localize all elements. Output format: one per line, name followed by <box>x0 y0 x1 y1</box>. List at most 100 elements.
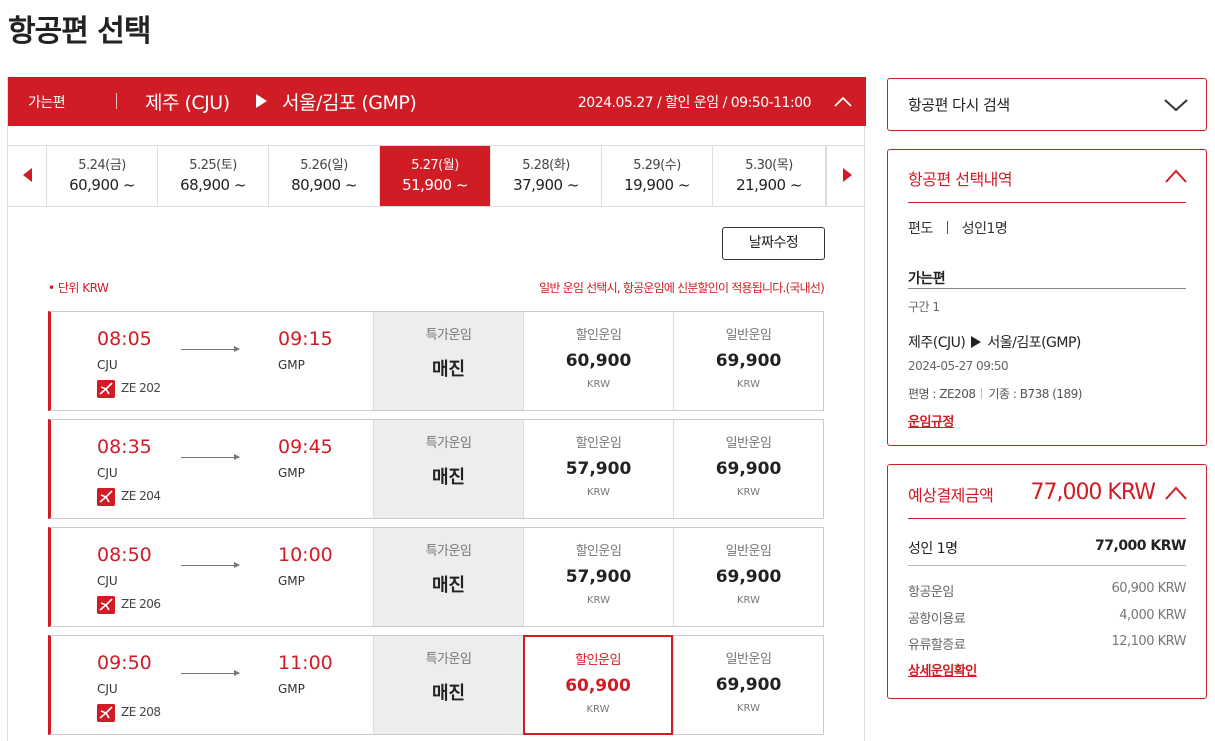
route-to: 서울/김포(GMP) <box>987 335 1081 351</box>
segment-label: 구간 1 <box>908 300 940 314</box>
flight-row: 09:50 CJU 11:00 GMP ZE 208 특가운임 매진 할인운임 60… <box>48 635 824 735</box>
date-label: 5.26(일) <box>300 158 348 173</box>
fare-currency: KRW <box>586 704 610 715</box>
fare-discount-selected[interactable]: 할인운임 60,900 KRW <box>523 635 673 735</box>
fare-currency: KRW <box>737 487 760 498</box>
fare-discount[interactable]: 할인운임 60,900 KRW <box>523 312 673 410</box>
departure-time: 09:50 <box>97 652 152 674</box>
chevron-up-icon[interactable] <box>834 93 852 111</box>
date-label: 5.28(화) <box>522 158 570 173</box>
fare-rules-link[interactable]: 운임규정 <box>908 411 954 430</box>
passenger-label: 성인 1명 <box>908 541 958 557</box>
fare-special: 특가운임 매진 <box>373 636 523 734</box>
caret-left-icon <box>23 168 32 182</box>
fare-item-label: 공항이용료 <box>908 612 966 627</box>
arrival-code: GMP <box>278 574 305 588</box>
trip-summary: 편도 성인1명 <box>908 218 1008 238</box>
date-tab[interactable]: 5.26(일) 80,900 ~ <box>269 146 380 206</box>
fare-normal[interactable]: 일반운임 69,900 KRW <box>673 528 823 626</box>
date-label: 5.27(월) <box>411 158 459 173</box>
fare-label: 일반운임 <box>725 652 772 667</box>
fare-special: 특가운임 매진 <box>373 312 523 410</box>
fare-amount: 69,900 <box>715 567 782 587</box>
fare-normal[interactable]: 일반운임 69,900 KRW <box>673 636 823 734</box>
research-flights-button[interactable]: 항공편 다시 검색 <box>887 78 1207 131</box>
date-tab[interactable]: 5.30(목) 21,900 ~ <box>713 146 826 206</box>
edit-date-button[interactable]: 날짜수정 <box>722 227 825 260</box>
date-tab[interactable]: 5.25(토) 68,900 ~ <box>158 146 269 206</box>
departure-code: CJU <box>97 466 118 480</box>
departure-time: 08:05 <box>97 328 152 350</box>
fare-currency: KRW <box>737 703 760 714</box>
airline-logo-icon <box>97 380 115 398</box>
departure-time: 08:35 <box>97 436 152 458</box>
date-tab[interactable]: 5.24(금) 60,900 ~ <box>47 146 158 206</box>
airline-logo-icon <box>97 704 115 722</box>
departure-code: CJU <box>97 358 118 372</box>
fare-item-label: 유류할증료 <box>908 638 966 653</box>
fare-label: 특가운임 <box>425 436 472 451</box>
passenger-total: 77,000 KRW <box>1095 538 1186 554</box>
prev-date-button[interactable] <box>8 146 47 206</box>
fare-label: 특가운임 <box>425 544 472 559</box>
fare-amount: 57,900 <box>565 459 632 479</box>
departure-code: CJU <box>97 682 118 696</box>
date-price: 80,900 ~ <box>291 176 357 194</box>
fare-label: 특가운임 <box>425 328 472 343</box>
date-price: 37,900 ~ <box>513 176 579 194</box>
fare-item-value: 4,000 KRW <box>1119 608 1186 623</box>
flight-row: 08:05 CJU 09:15 GMP ZE 202 특가운임 매진 할인운임 60… <box>48 311 824 411</box>
fare-amount: 69,900 <box>715 459 782 479</box>
flight-list-panel: 가는편 제주 (CJU) 서울/김포 (GMP) 2024.05.27 / 할인… <box>7 77 866 741</box>
date-selector: 5.24(금) 60,900 ~ 5.25(토) 68,900 ~ 5.26(일) 8… <box>8 145 866 207</box>
divider <box>981 388 983 399</box>
route-from: 제주(CJU) <box>908 335 966 351</box>
fare-normal[interactable]: 일반운임 69,900 KRW <box>673 420 823 518</box>
arrow-right-icon <box>181 346 240 352</box>
date-price: 60,900 ~ <box>69 176 135 194</box>
date-tab-selected[interactable]: 5.27(월) 51,900 ~ <box>380 146 491 206</box>
fare-discount[interactable]: 할인운임 57,900 KRW <box>523 528 673 626</box>
selection-summary: 항공편 선택내역 편도 성인1명 가는편 구간 1 제주(CJU) 서울/김포(GM… <box>887 149 1207 446</box>
flight-number: ZE 206 <box>121 597 161 611</box>
arrow-right-icon <box>181 454 240 460</box>
fare-label: 특가운임 <box>425 652 472 667</box>
next-date-button[interactable] <box>826 146 865 206</box>
date-label: 5.24(금) <box>78 158 126 173</box>
arrival-time: 11:00 <box>278 652 333 674</box>
divider <box>116 93 117 109</box>
date-label: 5.25(토) <box>189 158 237 173</box>
date-tab[interactable]: 5.29(수) 19,900 ~ <box>602 146 713 206</box>
fare-currency: KRW <box>737 595 760 606</box>
airline-logo-icon <box>97 488 115 506</box>
date-price: 21,900 ~ <box>736 176 802 194</box>
fare-detail-link[interactable]: 상세운임확인 <box>908 660 977 679</box>
arrow-right-icon <box>181 562 240 568</box>
flight-row: 08:35 CJU 09:45 GMP ZE 204 특가운임 매진 할인운임 57… <box>48 419 824 519</box>
flight-number: ZE 204 <box>121 489 161 503</box>
date-label: 5.29(수) <box>633 158 681 173</box>
fare-label: 일반운임 <box>725 436 772 451</box>
unit-note: • 단위 KRW <box>48 281 109 295</box>
chevron-up-icon[interactable] <box>1164 168 1188 184</box>
flight-number: ZE 202 <box>121 381 161 395</box>
date-tab[interactable]: 5.28(화) 37,900 ~ <box>491 146 602 206</box>
fare-item-row: 유류할증료 12,100 KRW <box>908 634 1186 653</box>
date-price: 19,900 ~ <box>624 176 690 194</box>
date-price: 68,900 ~ <box>180 176 246 194</box>
payment-summary: 예상결제금액 77,000 KRW 성인 1명 77,000 KRW 항공운임 60… <box>887 464 1207 699</box>
fare-normal[interactable]: 일반운임 69,900 KRW <box>673 312 823 410</box>
route-header: 가는편 제주 (CJU) 서울/김포 (GMP) 2024.05.27 / 할인… <box>8 77 866 126</box>
fare-discount[interactable]: 할인운임 57,900 KRW <box>523 420 673 518</box>
fare-currency: KRW <box>587 487 610 498</box>
arrival-code: GMP <box>278 358 305 372</box>
fare-currency: KRW <box>737 379 760 390</box>
fare-label: 할인운임 <box>575 436 622 451</box>
route-info: 2024.05.27 / 할인 운임 / 09:50-11:00 <box>577 95 812 111</box>
fare-label: 할인운임 <box>575 544 622 559</box>
chevron-up-icon[interactable] <box>1164 485 1188 501</box>
aircraft-type: 기종 : B738 (189) <box>988 387 1082 401</box>
divider <box>908 202 1186 203</box>
fare-item-label: 항공운임 <box>908 585 954 600</box>
flight-datetime: 2024-05-27 09:50 <box>908 359 1009 373</box>
